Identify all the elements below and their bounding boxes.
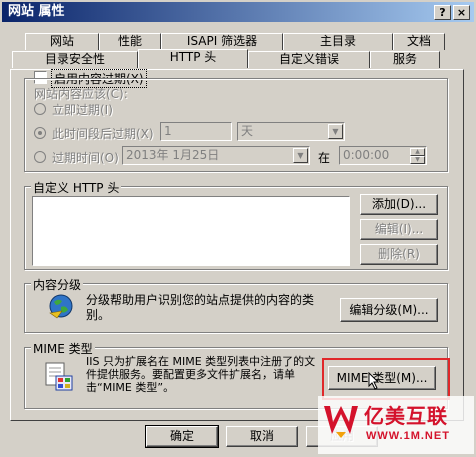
- expire-after-input[interactable]: 1: [160, 122, 232, 141]
- content-rating-title: 内容分级: [31, 276, 84, 293]
- expire-date-value: 2013年 1月25日: [126, 148, 220, 162]
- expire-on-label: 过期时间(O): [52, 151, 119, 165]
- watermark: 亿美互联 WWW.1M.NET: [318, 396, 474, 454]
- expire-date-picker[interactable]: 2013年 1月25日 ▼: [122, 146, 310, 165]
- tab-isapi-filters[interactable]: ISAPI 筛选器: [161, 33, 283, 50]
- cancel-button[interactable]: 取消: [226, 426, 298, 447]
- radio-expire-immediately[interactable]: [34, 103, 46, 115]
- tab-custom-errors[interactable]: 自定义错误: [248, 51, 370, 68]
- mime-document-icon: [42, 362, 74, 392]
- expire-immediately-label: 立即过期(I): [52, 103, 113, 117]
- watermark-logo-icon: [322, 400, 360, 440]
- expire-unit-value: 天: [241, 124, 254, 138]
- spin-up-icon[interactable]: ▲: [410, 148, 425, 156]
- watermark-url: WWW.1M.NET: [366, 430, 450, 442]
- watermark-brand: 亿美互联: [364, 404, 448, 428]
- help-button[interactable]: ?: [434, 5, 451, 20]
- mime-description: IIS 只为扩展名在 MIME 类型列表中注册了的文件提供服务。要配置更多文件扩…: [86, 355, 316, 394]
- window-title: 网站 属性: [8, 4, 65, 19]
- properties-window: 网站 属性 ? × 网站 性能 ISAPI 筛选器 主目录 文档 目录安全性 H…: [0, 0, 476, 457]
- custom-headers-list[interactable]: [32, 196, 350, 266]
- tab-service[interactable]: 服务: [370, 51, 440, 68]
- tab-website[interactable]: 网站: [25, 33, 99, 50]
- tab-performance[interactable]: 性能: [99, 33, 161, 50]
- delete-header-button[interactable]: 删除(R): [360, 244, 438, 265]
- edit-ratings-button[interactable]: 编辑分级(M)...: [340, 298, 438, 322]
- tab-http-headers[interactable]: HTTP 头: [138, 49, 248, 68]
- ok-button[interactable]: 确定: [145, 425, 219, 448]
- expire-time-input[interactable]: 0:00:00 ▲ ▼: [339, 146, 427, 165]
- at-label: 在: [318, 151, 331, 165]
- tab-directory-security[interactable]: 目录安全性: [12, 51, 138, 68]
- tab-documents[interactable]: 文档: [393, 33, 445, 50]
- close-button[interactable]: ×: [453, 5, 470, 20]
- expire-after-label: 此时间段后过期(X): [52, 127, 154, 141]
- chevron-down-icon: ▼: [293, 148, 308, 163]
- spin-down-icon[interactable]: ▼: [410, 156, 425, 164]
- chevron-down-icon: ▼: [328, 124, 343, 139]
- radio-expire-after[interactable]: [34, 127, 46, 139]
- expiration-subtitle: 网站内容应该(C):: [34, 87, 128, 101]
- radio-expire-on[interactable]: [34, 151, 46, 163]
- edit-header-button[interactable]: 编辑(I)...: [360, 219, 438, 240]
- title-bar: 网站 属性 ? ×: [2, 2, 474, 22]
- custom-headers-title: 自定义 HTTP 头: [31, 179, 122, 196]
- add-header-button[interactable]: 添加(D)...: [360, 194, 438, 215]
- expire-time-value: 0:00:00: [343, 148, 390, 162]
- tab-home-directory[interactable]: 主目录: [283, 33, 393, 50]
- rating-globe-icon: [48, 293, 74, 319]
- expire-unit-select[interactable]: 天 ▼: [237, 122, 345, 141]
- rating-description: 分级帮助用户识别您的站点提供的内容的类别。: [86, 293, 315, 322]
- highlight-box: [322, 358, 450, 400]
